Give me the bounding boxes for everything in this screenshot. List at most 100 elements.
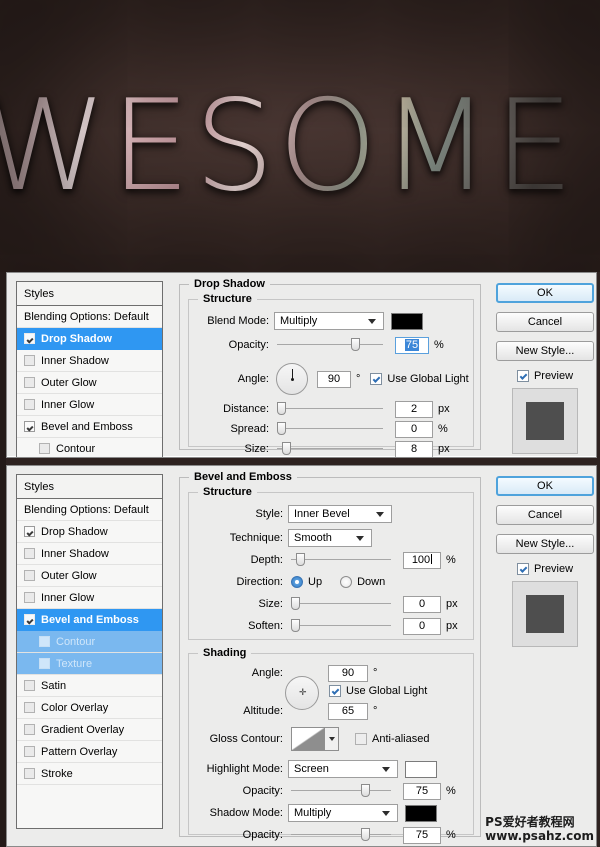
slider-knob[interactable] xyxy=(296,553,305,566)
bevel-size-slider[interactable] xyxy=(291,597,391,611)
angle-dial[interactable] xyxy=(276,363,308,395)
style-list-item[interactable]: Outer Glow xyxy=(17,565,162,587)
checkbox-icon[interactable] xyxy=(24,333,35,344)
direction-up-radio[interactable]: Up xyxy=(291,576,322,588)
style-list-item[interactable]: Inner Shadow xyxy=(17,543,162,565)
soften-slider[interactable] xyxy=(291,619,391,633)
shading-use-global-light-checkbox[interactable]: Use Global Light xyxy=(329,685,427,697)
blending-options-row[interactable]: Blending Options: Default xyxy=(17,499,162,521)
gloss-contour-dropdown[interactable] xyxy=(325,727,339,751)
new-style-button[interactable]: New Style... xyxy=(496,534,594,554)
highlight-opacity-slider[interactable] xyxy=(291,784,391,798)
style-list-item[interactable]: Gradient Overlay xyxy=(17,719,162,741)
checkbox-icon[interactable] xyxy=(24,377,35,388)
checkbox-icon[interactable] xyxy=(24,570,35,581)
cancel-button[interactable]: Cancel xyxy=(496,505,594,525)
soften-input[interactable]: 0 xyxy=(403,618,441,635)
shadow-mode-select[interactable]: Multiply xyxy=(288,804,398,822)
checkbox-icon[interactable] xyxy=(24,746,35,757)
style-list-item[interactable]: Satin xyxy=(17,675,162,697)
style-list-item[interactable]: Contour xyxy=(17,631,162,653)
style-list-item[interactable]: Inner Shadow xyxy=(17,350,162,372)
style-list-item[interactable]: Stroke xyxy=(17,763,162,785)
style-list-item[interactable]: Drop Shadow xyxy=(17,521,162,543)
checkbox-icon[interactable] xyxy=(24,702,35,713)
spread-input[interactable]: 0 xyxy=(395,421,433,438)
bevel-size-input[interactable]: 0 xyxy=(403,596,441,613)
style-list-item[interactable]: Bevel and Emboss xyxy=(17,416,162,438)
slider-knob[interactable] xyxy=(291,597,300,610)
radio-icon xyxy=(340,576,352,588)
spread-slider[interactable] xyxy=(277,422,383,436)
distance-input[interactable]: 2 xyxy=(395,401,433,418)
new-style-button[interactable]: New Style... xyxy=(496,341,594,361)
shadow-color-swatch[interactable] xyxy=(391,313,423,330)
opacity-input[interactable]: 75 xyxy=(395,337,429,354)
style-list-item[interactable]: Bevel and Emboss xyxy=(17,609,162,631)
ok-button[interactable]: OK xyxy=(496,476,594,496)
depth-input[interactable]: 100 xyxy=(403,552,441,569)
shading-angle-input[interactable]: 90 xyxy=(328,665,368,682)
checkbox-icon[interactable] xyxy=(24,680,35,691)
blending-options-row[interactable]: Blending Options: Default xyxy=(17,306,162,328)
watermark-line2: www.psahz.com xyxy=(485,829,594,843)
style-list-item[interactable]: Texture xyxy=(17,653,162,675)
slider-knob[interactable] xyxy=(361,828,370,841)
slider-knob[interactable] xyxy=(351,338,360,351)
checkbox-icon[interactable] xyxy=(24,526,35,537)
spread-unit: % xyxy=(438,423,448,435)
checkbox-icon[interactable] xyxy=(24,614,35,625)
bevel-shadow-color-swatch[interactable] xyxy=(405,805,437,822)
checkbox-icon[interactable] xyxy=(39,658,50,669)
style-list-item[interactable]: Pattern Overlay xyxy=(17,741,162,763)
highlight-mode-select[interactable]: Screen xyxy=(288,760,398,778)
distance-slider[interactable] xyxy=(277,402,383,416)
slider-knob[interactable] xyxy=(361,784,370,797)
preview-checkbox[interactable]: Preview xyxy=(496,563,594,575)
shading-angle-label: Angle: xyxy=(195,667,283,679)
style-list-item[interactable]: Contour xyxy=(17,438,162,458)
style-list-item[interactable]: Inner Glow xyxy=(17,587,162,609)
checkbox-icon[interactable] xyxy=(39,636,50,647)
opacity-slider[interactable] xyxy=(277,338,383,352)
highlight-color-swatch[interactable] xyxy=(405,761,437,778)
slider-knob[interactable] xyxy=(291,619,300,632)
styles-column-top: Styles Blending Options: Default Drop Sh… xyxy=(16,281,163,458)
checkbox-icon[interactable] xyxy=(24,355,35,366)
style-list-item[interactable]: Outer Glow xyxy=(17,372,162,394)
angle-input[interactable]: 90 xyxy=(317,371,351,388)
checkbox-icon[interactable] xyxy=(39,443,50,454)
style-list-item[interactable]: Color Overlay xyxy=(17,697,162,719)
size-slider[interactable] xyxy=(277,442,383,456)
style-list-item[interactable]: Drop Shadow xyxy=(17,328,162,350)
bevel-style-select[interactable]: Inner Bevel xyxy=(288,505,392,523)
gloss-contour-picker[interactable] xyxy=(291,727,339,751)
size-input[interactable]: 8 xyxy=(395,441,433,458)
checkbox-icon[interactable] xyxy=(24,399,35,410)
checkbox-icon[interactable] xyxy=(24,768,35,779)
use-global-light-checkbox[interactable]: Use Global Light xyxy=(370,373,468,385)
cancel-button[interactable]: Cancel xyxy=(496,312,594,332)
shadow-opacity-slider[interactable] xyxy=(291,828,391,842)
technique-select[interactable]: Smooth xyxy=(288,529,372,547)
altitude-input[interactable]: 65 xyxy=(328,703,368,720)
slider-track xyxy=(291,790,391,791)
checkbox-icon[interactable] xyxy=(24,421,35,432)
slider-knob[interactable] xyxy=(282,442,291,455)
style-list-item[interactable]: Inner Glow xyxy=(17,394,162,416)
chevron-down-icon xyxy=(376,512,384,517)
checkbox-icon[interactable] xyxy=(24,724,35,735)
checkbox-icon[interactable] xyxy=(24,548,35,559)
slider-knob[interactable] xyxy=(277,402,286,415)
blend-mode-select[interactable]: Multiply xyxy=(274,312,384,330)
anti-aliased-checkbox[interactable]: Anti-aliased xyxy=(355,733,429,745)
preview-checkbox[interactable]: Preview xyxy=(496,370,594,382)
depth-slider[interactable] xyxy=(291,553,391,567)
direction-down-radio[interactable]: Down xyxy=(340,576,385,588)
slider-knob[interactable] xyxy=(277,422,286,435)
highlight-opacity-input[interactable]: 75 xyxy=(403,783,441,800)
shadow-opacity-input[interactable]: 75 xyxy=(403,827,441,844)
ok-button[interactable]: OK xyxy=(496,283,594,303)
checkbox-icon[interactable] xyxy=(24,592,35,603)
checkbox-icon xyxy=(517,370,529,382)
